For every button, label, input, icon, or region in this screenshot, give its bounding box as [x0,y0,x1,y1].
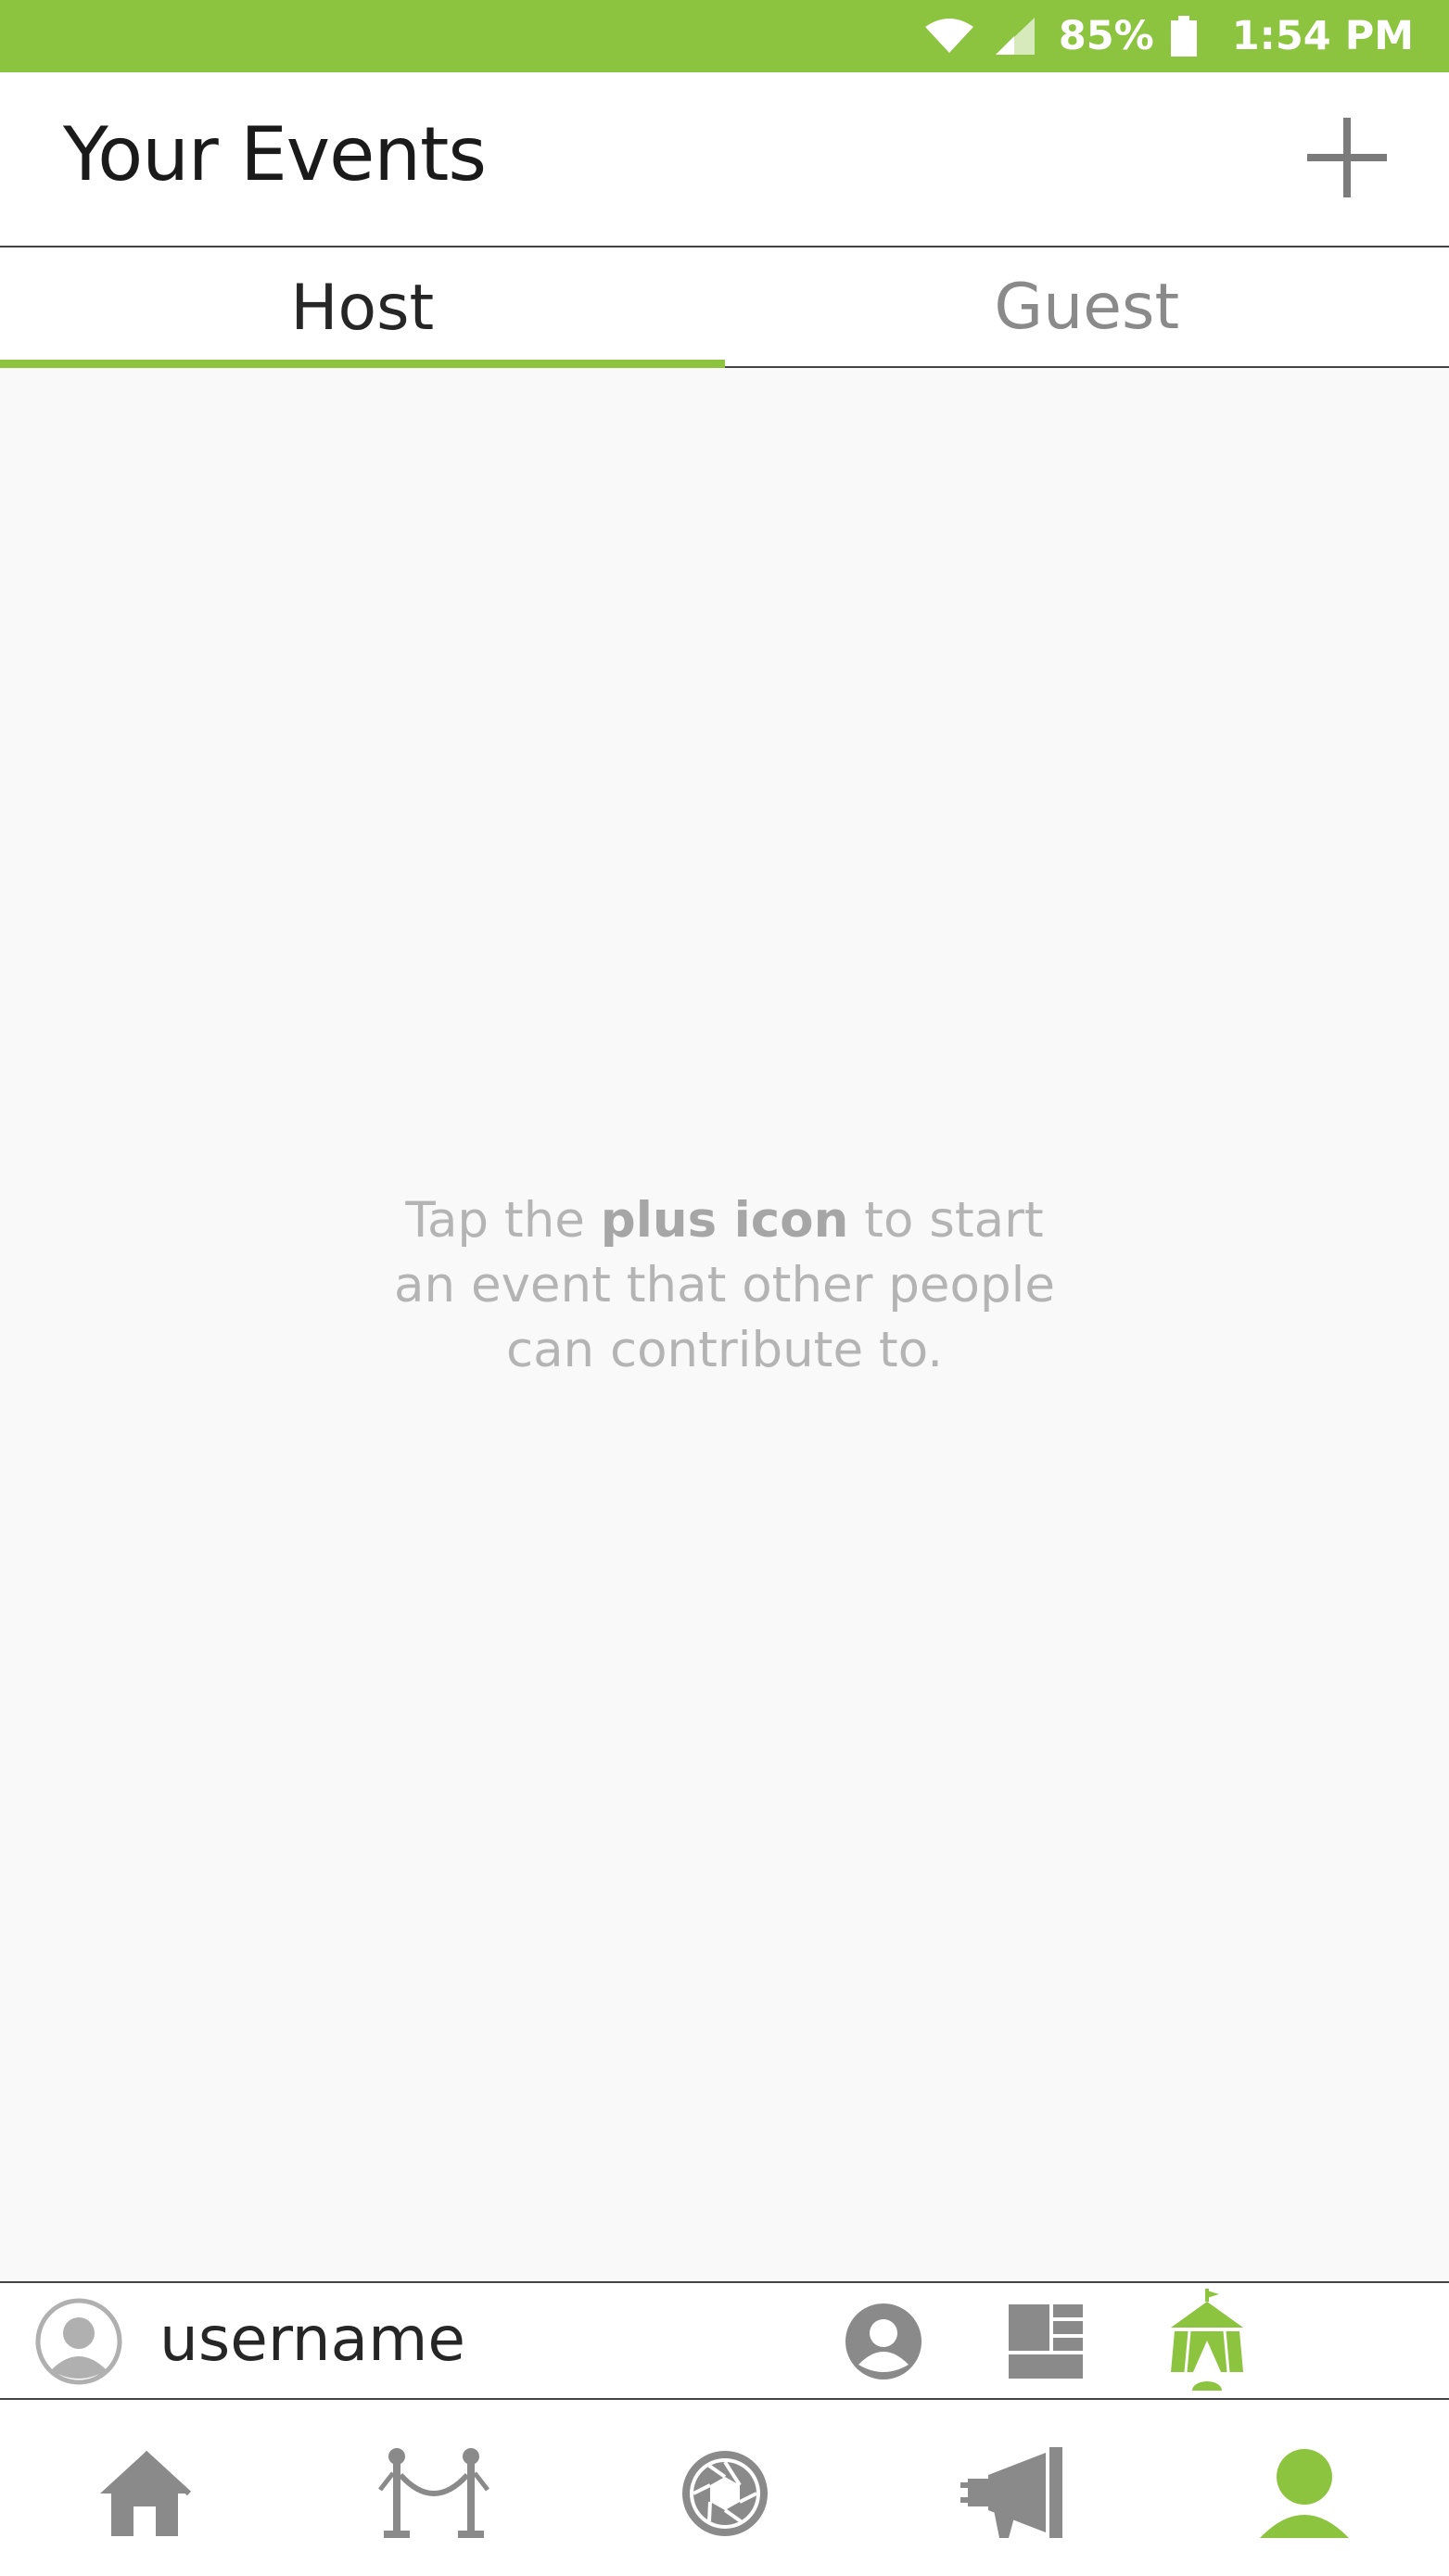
megaphone-icon [960,2447,1068,2544]
nav-camera[interactable] [669,2444,781,2546]
profile-icon[interactable] [842,2300,925,2383]
bottom-navigation [0,2400,1449,2576]
events-list-area: Tap the plus icon to start an event that… [0,368,1449,2281]
tab-host[interactable]: Host [0,247,725,368]
nav-home[interactable] [89,2444,200,2546]
tab-guest[interactable]: Guest [724,247,1449,368]
tent-icon[interactable] [1165,2289,1249,2391]
plus-icon [1305,116,1389,203]
empty-state-emphasis: plus icon [600,1192,849,1249]
camera-shutter-icon [679,2447,771,2544]
home-icon [96,2449,193,2542]
nav-profile[interactable] [1249,2444,1360,2546]
tab-host-label: Host [290,271,435,345]
wifi-icon [923,18,975,55]
nav-events[interactable] [378,2444,489,2546]
status-bar: 85% 1:54 PM [0,0,1449,72]
tab-guest-label: Guest [994,270,1180,344]
page-title: Your Events [63,111,487,197]
grid-layout-icon[interactable] [1004,2300,1087,2383]
empty-state-line-2: an event that other people [394,1257,1055,1313]
empty-state-message: Tap the plus icon to start an event that… [0,1188,1449,1383]
status-icons: 85% 1:54 PM [923,0,1414,72]
velvet-rope-icon [376,2447,491,2544]
active-tab-indicator [0,360,725,368]
battery-icon [1170,16,1197,57]
status-time: 1:54 PM [1231,13,1414,59]
nav-announcements[interactable] [959,2444,1070,2546]
battery-percentage: 85% [1058,13,1154,59]
empty-state-line-1: Tap the plus icon to start [405,1192,1044,1249]
username-label[interactable]: username [159,2303,465,2375]
add-event-button[interactable] [1301,113,1393,206]
signal-icon [992,16,1036,57]
app-header: Your Events [0,72,1449,247]
event-tabs: Host Guest [0,247,1449,368]
avatar[interactable] [35,2298,122,2385]
person-icon [1256,2447,1353,2544]
profile-bar: username [0,2281,1449,2400]
empty-state-line-3: can contribute to. [505,1322,944,1378]
